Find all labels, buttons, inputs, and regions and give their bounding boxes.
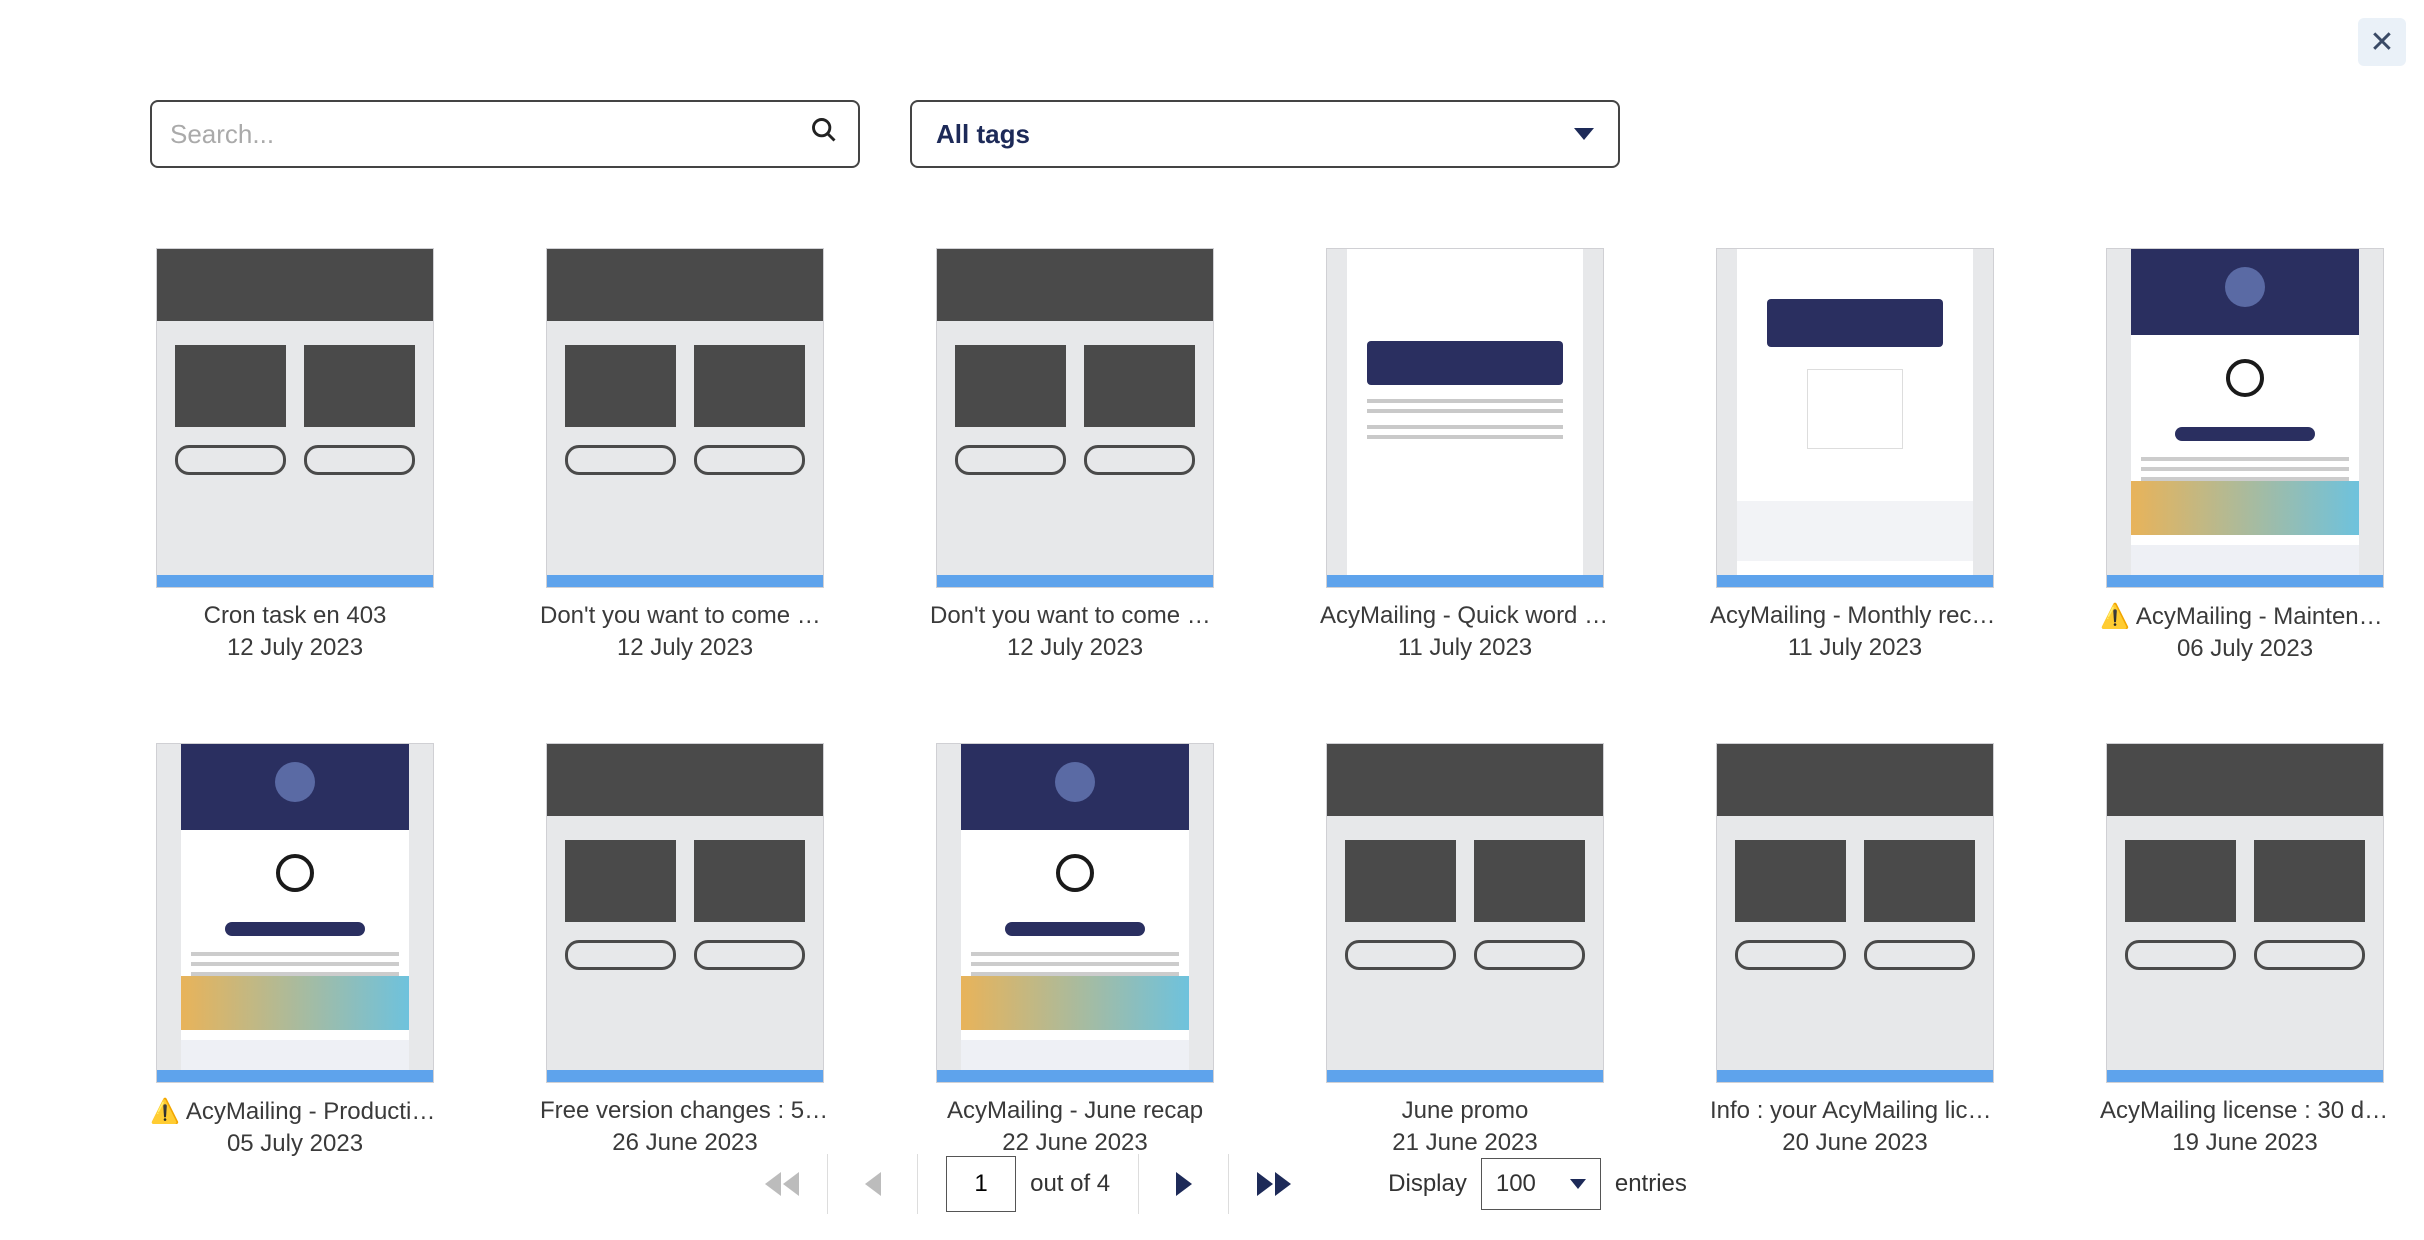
close-icon: ✕ [2369,25,2394,60]
double-right-icon [1257,1172,1291,1196]
email-thumbnail [156,743,434,1083]
email-thumbnail [2106,248,2384,588]
email-date: 12 July 2023 [227,634,363,662]
email-title: Free version changes : 500 e... [540,1097,830,1125]
entries-label: entries [1615,1170,1687,1198]
per-page-select[interactable]: 100 [1481,1158,1601,1210]
email-title: Don't you want to come back... [540,602,830,630]
email-card[interactable]: ⚠️AcyMailing - Maintenanc... 06 July 2023 [2100,248,2390,663]
email-date: 12 July 2023 [617,634,753,662]
email-card[interactable]: Free version changes : 500 e... 26 June 2… [540,743,830,1158]
page-indicator: out of 4 [917,1154,1138,1214]
email-date: 06 July 2023 [2177,635,2313,663]
email-title: AcyMailing license : 30 days l... [2100,1097,2390,1125]
email-card[interactable]: AcyMailing - Monthly recap ... 11 July 20… [1710,248,2000,663]
warning-icon: ⚠️ [2100,603,2130,630]
email-thumbnail [1326,248,1604,588]
search-icon[interactable] [810,116,838,152]
email-date: 26 June 2023 [612,1129,757,1157]
search-wrap [150,100,860,168]
chevron-down-icon [1574,128,1594,140]
email-thumbnail [1716,743,1994,1083]
email-card[interactable]: June promo 21 June 2023 [1320,743,1610,1158]
right-icon [1176,1172,1192,1196]
email-date: 21 June 2023 [1392,1129,1537,1157]
page-first-button[interactable] [737,1154,827,1214]
email-card[interactable]: AcyMailing license : 30 days l... 19 June… [2100,743,2390,1158]
email-thumbnail [936,248,1214,588]
email-thumbnail [1716,248,1994,588]
email-thumbnail [546,743,824,1083]
pagination: out of 4 Display 100 entries [0,1154,2424,1214]
close-button[interactable]: ✕ [2358,18,2406,66]
email-thumbnail [156,248,434,588]
email-grid: Cron task en 40312 July 2023Don't you wa… [150,248,2274,1158]
warning-icon: ⚠️ [150,1098,180,1125]
tags-select-label: All tags [936,119,1030,150]
search-input[interactable] [150,100,860,168]
email-date: 11 July 2023 [1398,634,1532,662]
email-title: AcyMailing - June recap [947,1097,1203,1125]
email-title: AcyMailing - Monthly recap ... [1710,602,2000,630]
email-date: 12 July 2023 [1007,634,1143,662]
email-card[interactable]: Info : your AcyMailing licens... 20 June … [1710,743,2000,1158]
email-card[interactable]: Cron task en 403 12 July 2023 [150,248,440,663]
email-card[interactable]: AcyMailing - Quick word fro... 11 July 20… [1320,248,1610,663]
email-title: ⚠️AcyMailing - Maintenanc... [2100,602,2390,631]
page-input[interactable] [946,1156,1016,1212]
email-title: ⚠️AcyMailing - Production ... [150,1097,440,1126]
email-thumbnail [1326,743,1604,1083]
double-left-icon [765,1172,799,1196]
per-page-value: 100 [1496,1170,1536,1198]
chevron-down-icon [1570,1179,1586,1189]
email-title: Don't you want to come back? [930,602,1220,630]
page-last-button[interactable] [1228,1154,1318,1214]
email-date: 20 June 2023 [1782,1129,1927,1157]
email-title: June promo [1402,1097,1529,1125]
email-date: 19 June 2023 [2172,1129,2317,1157]
email-title: Cron task en 403 [204,602,387,630]
email-thumbnail [936,743,1214,1083]
left-icon [865,1172,881,1196]
email-title: AcyMailing - Quick word fro... [1320,602,1610,630]
filter-bar: All tags [150,100,2274,168]
page-prev-button[interactable] [827,1154,917,1214]
email-card[interactable]: Don't you want to come back... 12 July 20… [540,248,830,663]
email-date: 22 June 2023 [1002,1129,1147,1157]
email-card[interactable]: ⚠️AcyMailing - Production ...05 July 202… [150,743,440,1158]
email-card[interactable]: AcyMailing - June recap 22 June 2023 [930,743,1220,1158]
email-card[interactable]: Don't you want to come back? 12 July 2023 [930,248,1220,663]
display-label: Display [1388,1170,1467,1198]
tags-select[interactable]: All tags [910,100,1620,168]
email-thumbnail [2106,743,2384,1083]
page-next-button[interactable] [1138,1154,1228,1214]
email-thumbnail [546,248,824,588]
page-total-label: out of 4 [1030,1170,1110,1198]
email-date: 11 July 2023 [1788,634,1922,662]
email-title: Info : your AcyMailing licens... [1710,1097,2000,1125]
